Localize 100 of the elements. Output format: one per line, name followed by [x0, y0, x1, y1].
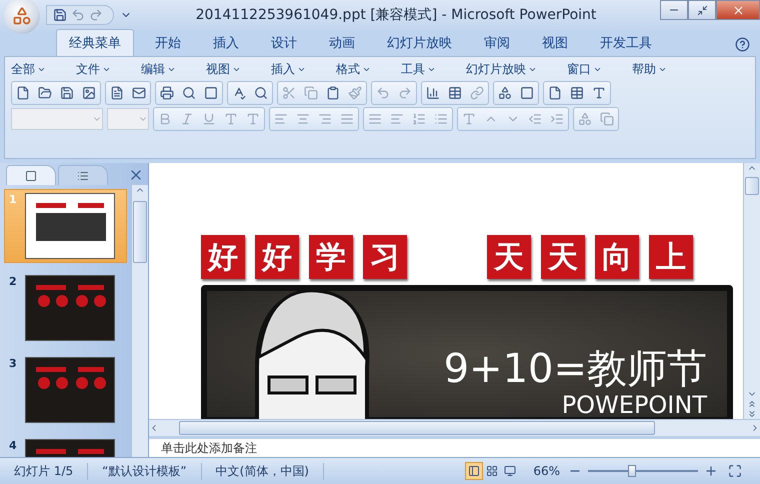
decrease-indent-icon[interactable] [528, 112, 542, 126]
table-icon[interactable] [448, 86, 462, 100]
view-button[interactable] [465, 462, 484, 480]
previous-slide-icon[interactable] [747, 399, 757, 409]
ribbon-tab[interactable]: 插入 [200, 29, 252, 56]
slide-title: 9+10=教师节 [444, 349, 707, 389]
scrollbar[interactable] [743, 163, 760, 419]
logo-icon [12, 6, 32, 26]
panel-tab[interactable] [58, 165, 108, 185]
link-icon[interactable] [470, 86, 484, 100]
save-icon[interactable] [53, 8, 67, 22]
scroll-thumb[interactable] [133, 201, 147, 263]
scroll-thumb[interactable] [745, 177, 759, 195]
redo-icon[interactable] [398, 86, 412, 100]
menu-button[interactable]: 帮助 [632, 60, 656, 78]
minimize-button[interactable] [660, 0, 688, 20]
banner-tile: 好 [255, 235, 299, 279]
menu-button[interactable]: 文件 [76, 60, 100, 78]
slide-subtitle: POWEPOINT [562, 393, 707, 417]
frame-icon[interactable] [204, 86, 218, 100]
numbering-icon[interactable] [412, 112, 426, 126]
paste-icon[interactable] [326, 86, 340, 100]
ribbon-tab[interactable]: 视图 [529, 29, 581, 56]
menu-button[interactable]: 窗口 [567, 60, 591, 78]
picture-icon[interactable] [82, 86, 96, 100]
folder-icon[interactable] [38, 86, 52, 100]
underline-icon[interactable] [202, 112, 216, 126]
ribbon-tab[interactable]: 审阅 [471, 29, 523, 56]
horizontal-scrollbar[interactable] [149, 419, 760, 436]
slide-thumbnail-item[interactable]: 2 [4, 271, 127, 345]
increase-indent-icon[interactable] [550, 112, 564, 126]
zoom-in-icon[interactable] [704, 464, 718, 478]
bullets-icon[interactable] [434, 112, 448, 126]
chart-icon[interactable] [426, 86, 440, 100]
align-center-icon[interactable] [296, 112, 310, 126]
banner-tile: 天 [487, 235, 531, 279]
font-size-field[interactable] [107, 108, 149, 130]
align-left-icon[interactable] [274, 112, 288, 126]
ribbon-tab[interactable]: 开始 [142, 29, 194, 56]
banner-tile: 学 [309, 235, 353, 279]
scrollbar[interactable] [131, 185, 148, 457]
ribbon-tab[interactable]: 经典菜单 [56, 29, 134, 56]
menu-button[interactable]: 插入 [271, 60, 295, 78]
theme-name: “默认设计模板” [88, 462, 202, 480]
close-icon [732, 4, 744, 16]
slide-icon [25, 170, 37, 182]
menu-button[interactable]: 视图 [206, 60, 230, 78]
slide-thumbnail-item[interactable]: 3 [4, 353, 127, 427]
cut-icon[interactable] [282, 86, 296, 100]
ribbon-tab[interactable]: 设计 [258, 29, 310, 56]
preview-icon[interactable] [182, 86, 196, 100]
search-icon[interactable] [254, 86, 268, 100]
menu-button[interactable]: 工具 [401, 60, 425, 78]
menu-button[interactable]: 幻灯片放映 [466, 60, 526, 78]
ribbon-tab[interactable]: 幻灯片放映 [374, 29, 465, 56]
banner-tile: 向 [595, 235, 639, 279]
scroll-thumb[interactable] [179, 421, 655, 435]
shapes-icon[interactable] [498, 86, 512, 100]
window-title: 2014112253961049.ppt [兼容模式] - Microsoft PowerPoint [194, 6, 598, 24]
ribbon-tab[interactable]: 动画 [316, 29, 368, 56]
close-button[interactable] [716, 0, 760, 20]
justify-icon[interactable] [340, 112, 354, 126]
restore-button[interactable] [688, 0, 716, 20]
bold-icon[interactable] [158, 112, 172, 126]
next-slide-icon[interactable] [747, 409, 757, 419]
copy-icon[interactable] [304, 86, 318, 100]
redo-icon[interactable] [89, 8, 103, 22]
align-right-icon[interactable] [318, 112, 332, 126]
panel-tab[interactable] [6, 165, 56, 185]
banner-tile: 上 [649, 235, 693, 279]
undo-icon[interactable] [376, 86, 390, 100]
duplicate-icon[interactable] [600, 112, 614, 126]
zoom-level: 66% [533, 464, 560, 478]
save-icon[interactable] [60, 86, 74, 100]
help-icon[interactable] [735, 37, 750, 52]
italic-icon[interactable] [180, 112, 194, 126]
text-box-icon[interactable] [592, 86, 606, 100]
notes-field[interactable]: 单击此处添加备注 [149, 436, 760, 457]
format-painter-icon[interactable] [348, 86, 362, 100]
sorter-view-icon [486, 465, 498, 477]
ribbon-tab[interactable]: 开发工具 [587, 29, 665, 56]
slide-number: 1 [9, 193, 18, 208]
office-button[interactable] [4, 0, 40, 34]
new-file-icon[interactable] [16, 86, 30, 100]
language-label: 中文(简体，中国) [202, 462, 324, 480]
slide-number: 2 [9, 275, 18, 290]
zoom-slider-thumb[interactable] [628, 465, 636, 477]
document-icon[interactable] [110, 86, 124, 100]
slide-thumbnail-item[interactable]: 4 [4, 435, 127, 457]
print-icon[interactable] [160, 86, 174, 100]
menu-button[interactable]: 编辑 [141, 60, 165, 78]
show-view-icon [504, 465, 516, 477]
fit-window-icon[interactable] [728, 464, 742, 478]
menu-button[interactable]: 全部 [11, 60, 35, 78]
banner-tile: 习 [363, 235, 407, 279]
font-field[interactable] [11, 108, 103, 130]
mail-icon[interactable] [132, 86, 146, 100]
spellcheck-icon[interactable] [232, 86, 246, 100]
menu-button[interactable]: 格式 [336, 60, 360, 78]
banner-tile: 天 [541, 235, 585, 279]
